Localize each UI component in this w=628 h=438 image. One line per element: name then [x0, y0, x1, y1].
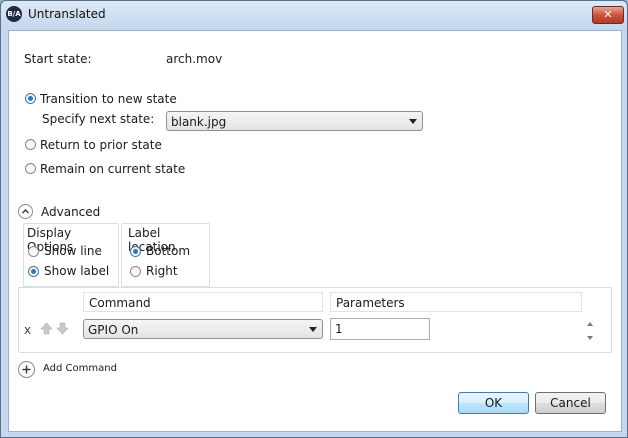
ok-button[interactable]: OK — [458, 392, 529, 414]
move-up-icon[interactable] — [40, 322, 53, 335]
label-location-group: Label location Bottom Right — [121, 223, 210, 287]
start-state-label: Start state: — [24, 52, 92, 66]
parameters-column-header: Parameters — [330, 292, 582, 312]
command-table: Command Parameters x GPIO On 1 — [18, 287, 612, 353]
remain-current-state-label[interactable]: Remain on current state — [40, 162, 185, 176]
right-radio[interactable] — [130, 266, 141, 277]
title-bar[interactable]: B/A Untranslated ✕ — [1, 1, 627, 28]
next-state-dropdown[interactable]: blank.jpg — [166, 111, 423, 131]
dialog-content: Start state: arch.mov Transition to new … — [8, 30, 622, 432]
parameters-header-label: Parameters — [336, 296, 405, 310]
transition-new-state-radio[interactable] — [25, 93, 36, 104]
advanced-collapse-button[interactable] — [18, 204, 33, 219]
show-line-label[interactable]: Show line — [44, 244, 102, 258]
command-dropdown[interactable]: GPIO On — [83, 319, 323, 339]
close-button[interactable]: ✕ — [592, 6, 624, 24]
display-options-group: Display Options Show line Show label — [23, 223, 119, 287]
plus-icon — [22, 365, 31, 374]
parameters-input[interactable]: 1 — [330, 318, 430, 340]
parameters-value: 1 — [335, 322, 343, 336]
next-state-value: blank.jpg — [171, 115, 227, 129]
return-prior-state-label[interactable]: Return to prior state — [40, 138, 162, 152]
return-prior-state-radio[interactable] — [25, 139, 36, 150]
window-title: Untranslated — [28, 7, 106, 21]
chevron-down-icon — [309, 327, 317, 332]
chevron-down-icon — [409, 119, 417, 124]
command-value: GPIO On — [88, 323, 139, 337]
add-command-label[interactable]: Add Command — [43, 363, 117, 374]
show-label-radio[interactable] — [28, 266, 39, 277]
remove-row-button[interactable]: x — [24, 323, 31, 337]
bottom-radio[interactable] — [130, 246, 141, 257]
dialog-window: B/A Untranslated ✕ Start state: arch.mov… — [0, 0, 628, 438]
command-header-label: Command — [89, 296, 151, 310]
show-label-label[interactable]: Show label — [44, 264, 109, 278]
remain-current-state-radio[interactable] — [25, 163, 36, 174]
table-row: x GPIO On 1 — [19, 318, 611, 348]
move-down-icon[interactable] — [56, 322, 69, 335]
advanced-label[interactable]: Advanced — [41, 205, 100, 219]
command-column-header: Command — [83, 292, 323, 312]
next-state-label: Specify next state: — [42, 112, 155, 126]
transition-new-state-label[interactable]: Transition to new state — [40, 92, 177, 106]
add-command-button[interactable] — [18, 361, 35, 378]
scroll-arrows-icon[interactable] — [585, 318, 595, 344]
chevron-up-icon — [22, 209, 29, 214]
right-label[interactable]: Right — [146, 264, 178, 278]
show-line-radio[interactable] — [28, 246, 39, 257]
app-icon: B/A — [6, 6, 22, 22]
start-state-value: arch.mov — [166, 52, 223, 66]
bottom-label[interactable]: Bottom — [146, 244, 190, 258]
cancel-button[interactable]: Cancel — [535, 392, 606, 414]
